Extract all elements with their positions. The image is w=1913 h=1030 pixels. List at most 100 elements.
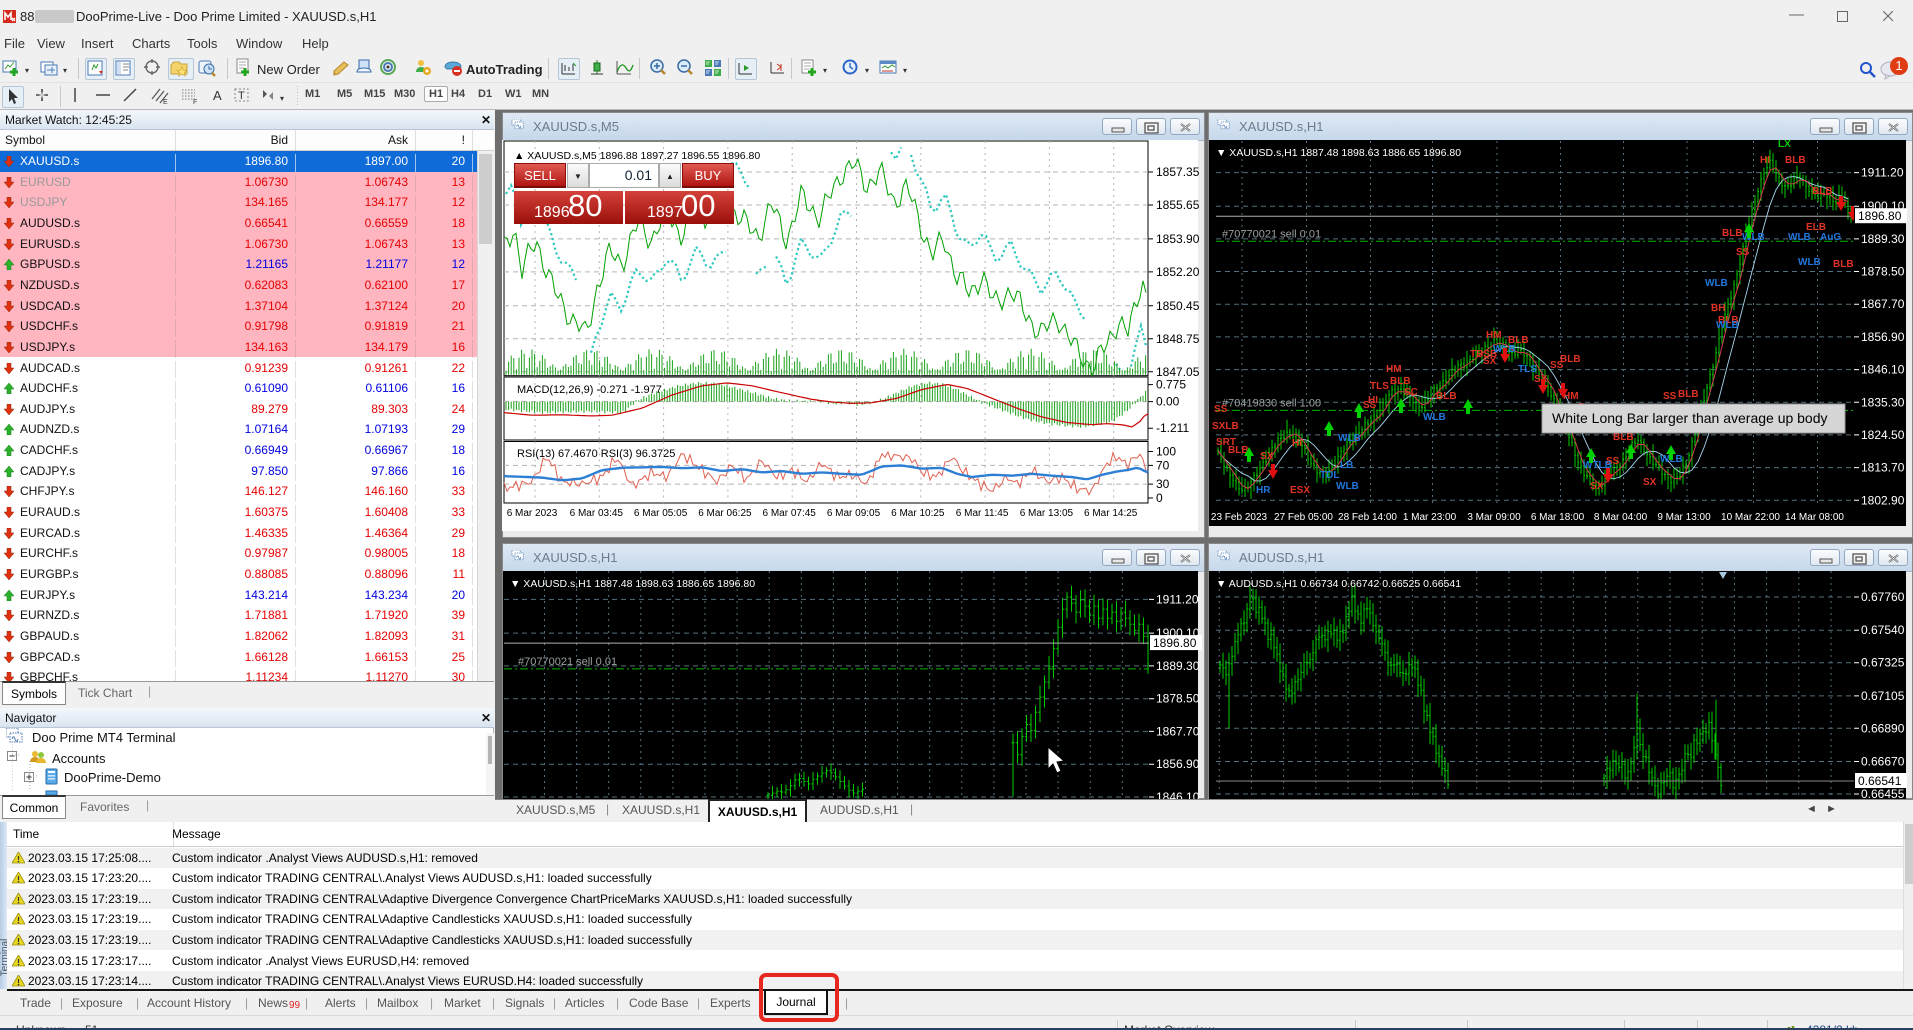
svg-text:0.67760: 0.67760: [1861, 590, 1905, 604]
svg-text:BLB: BLB: [1785, 155, 1806, 166]
svg-text:70: 70: [1156, 458, 1170, 472]
svg-text:SC: SC: [1404, 387, 1418, 398]
svg-text:WLB: WLB: [1798, 257, 1821, 268]
svg-text:30: 30: [1156, 477, 1170, 491]
svg-text:1852.20: 1852.20: [1156, 265, 1200, 279]
svg-text:HM: HM: [1486, 330, 1502, 341]
svg-text:100: 100: [1156, 445, 1176, 459]
svg-text:1867.70: 1867.70: [1156, 724, 1200, 738]
svg-text:0.66670: 0.66670: [1861, 755, 1905, 769]
svg-text:HI: HI: [1760, 155, 1770, 166]
svg-text:3 Mar 09:00: 3 Mar 09:00: [1467, 512, 1521, 523]
svg-text:8 Mar 04:00: 8 Mar 04:00: [1594, 512, 1648, 523]
svg-text:1855.65: 1855.65: [1156, 198, 1200, 212]
svg-text:1813.70: 1813.70: [1861, 461, 1905, 475]
svg-text:1835.30: 1835.30: [1861, 395, 1905, 409]
svg-text:WLB: WLB: [1788, 232, 1811, 243]
svg-text:TLS: TLS: [1370, 381, 1389, 392]
svg-text:WLB: WLB: [1338, 433, 1361, 444]
svg-text:0.67540: 0.67540: [1861, 623, 1905, 637]
svg-text:0.67325: 0.67325: [1861, 656, 1905, 670]
svg-text:BLB: BLB: [1833, 259, 1854, 270]
svg-text:BLB: BLB: [1613, 432, 1634, 443]
svg-text:BLB: BLB: [1722, 228, 1743, 239]
svg-text:1889.30: 1889.30: [1861, 232, 1905, 246]
svg-text:28 Feb 14:00: 28 Feb 14:00: [1338, 512, 1397, 523]
svg-text:SS: SS: [1663, 391, 1677, 402]
svg-text:1848.75: 1848.75: [1156, 332, 1200, 346]
svg-text:1857.35: 1857.35: [1156, 165, 1200, 179]
svg-text:SX: SX: [1643, 477, 1657, 488]
svg-text:0.67105: 0.67105: [1861, 689, 1905, 703]
svg-text:6 Mar 2023: 6 Mar 2023: [507, 508, 558, 519]
svg-text:1856.90: 1856.90: [1861, 330, 1905, 344]
svg-text:WLB: WLB: [1716, 320, 1739, 331]
svg-text:6 Mar 14:25: 6 Mar 14:25: [1084, 508, 1138, 519]
svg-text:A: A: [213, 88, 222, 103]
svg-text:AuG: AuG: [1820, 232, 1841, 243]
svg-text:WLB: WLB: [1336, 481, 1359, 492]
svg-text:LX: LX: [1778, 139, 1791, 150]
svg-text:6 Mar 09:05: 6 Mar 09:05: [827, 508, 881, 519]
svg-text:HM: HM: [1386, 364, 1402, 375]
svg-text:1856.90: 1856.90: [1156, 757, 1200, 771]
svg-text:BLB: BLB: [1390, 376, 1411, 387]
svg-text:#70770021 sell 0.01: #70770021 sell 0.01: [1222, 228, 1321, 240]
svg-text:SS: SS: [1363, 400, 1377, 411]
svg-text:HR: HR: [1256, 485, 1271, 496]
svg-text:0.66455: 0.66455: [1861, 787, 1905, 799]
svg-text:1911.20: 1911.20: [1861, 166, 1904, 180]
svg-text:1911.20: 1911.20: [1156, 592, 1199, 606]
svg-text:ESX: ESX: [1290, 485, 1310, 496]
svg-text:14 Mar 08:00: 14 Mar 08:00: [1785, 512, 1844, 523]
svg-text:BLB: BLB: [1678, 389, 1699, 400]
svg-text:RSI(13) 67.4670 RSI(3) 96.372: RSI(13) 67.4670 RSI(3) 96.3725: [517, 448, 675, 460]
svg-text:1846.10: 1846.10: [1156, 790, 1200, 799]
svg-text:1 Mar 23:00: 1 Mar 23:00: [1403, 512, 1457, 523]
svg-text:SS: SS: [1736, 247, 1750, 258]
svg-text:WLB: WLB: [1423, 412, 1446, 423]
svg-text:6 Mar 05:05: 6 Mar 05:05: [634, 508, 688, 519]
svg-text:23 Feb 2023: 23 Feb 2023: [1211, 512, 1268, 523]
svg-text:1896.80: 1896.80: [1153, 636, 1197, 650]
svg-text:9 Mar 13:00: 9 Mar 13:00: [1657, 512, 1711, 523]
svg-text:BH: BH: [1711, 303, 1725, 314]
svg-text:0.00: 0.00: [1156, 395, 1180, 409]
svg-text:1867.70: 1867.70: [1861, 297, 1905, 311]
svg-text:BLB: BLB: [1436, 391, 1457, 402]
svg-text:1802.90: 1802.90: [1861, 493, 1905, 507]
svg-text:SX: SX: [1534, 374, 1548, 385]
svg-text:#70419830 sell 1.00: #70419830 sell 1.00: [1222, 397, 1321, 409]
svg-text:1853.90: 1853.90: [1156, 232, 1200, 246]
svg-text:0.66541: 0.66541: [1858, 774, 1902, 788]
svg-text:SS: SS: [1214, 404, 1228, 415]
svg-text:BLB: BLB: [1812, 186, 1833, 197]
svg-text:#70770021 sell 0.01: #70770021 sell 0.01: [518, 656, 617, 668]
svg-text:MACD(12,26,9) -0.271 -1.977: MACD(12,26,9) -0.271 -1.977: [517, 384, 662, 396]
svg-text:6 Mar 10:25: 6 Mar 10:25: [891, 508, 945, 519]
svg-text:1896.80: 1896.80: [1858, 209, 1902, 223]
svg-text:T: T: [238, 90, 245, 102]
svg-text:6 Mar 11:45: 6 Mar 11:45: [956, 508, 1009, 519]
svg-text:White Long Bar larger than ave: White Long Bar larger than average up bo…: [1552, 410, 1828, 426]
svg-text:SX: SX: [1483, 356, 1497, 367]
svg-text:6 Mar 13:05: 6 Mar 13:05: [1020, 508, 1074, 519]
svg-text:0.66890: 0.66890: [1861, 721, 1905, 735]
svg-text:27 Feb 05:00: 27 Feb 05:00: [1274, 512, 1333, 523]
svg-text:10 Mar 22:00: 10 Mar 22:00: [1721, 512, 1780, 523]
svg-text:TDL: TDL: [1320, 470, 1339, 481]
svg-text:0.775: 0.775: [1156, 378, 1186, 392]
svg-text:▼ AUDUSD.s,H1 0.66734 0.66742: ▼ AUDUSD.s,H1 0.66734 0.66742 0.66525 0.…: [1216, 578, 1461, 590]
svg-text:SX: SX: [1590, 481, 1604, 492]
svg-text:6 Mar 18:00: 6 Mar 18:00: [1531, 512, 1585, 523]
svg-text:1: 1: [1895, 58, 1902, 73]
svg-text:E: E: [163, 99, 168, 106]
svg-text:1824.50: 1824.50: [1861, 428, 1905, 442]
svg-text:6 Mar 07:45: 6 Mar 07:45: [763, 508, 817, 519]
svg-text:▼ XAUUSD.s,H1 1887.48 1898.63: ▼ XAUUSD.s,H1 1887.48 1898.63 1886.65 18…: [510, 578, 755, 590]
svg-text:ELB: ELB: [1806, 222, 1826, 233]
svg-text:1846.10: 1846.10: [1861, 363, 1905, 377]
svg-text:WLB: WLB: [1705, 278, 1728, 289]
svg-text:-1.211: -1.211: [1156, 421, 1189, 435]
svg-text:WLB: WLB: [1742, 232, 1765, 243]
